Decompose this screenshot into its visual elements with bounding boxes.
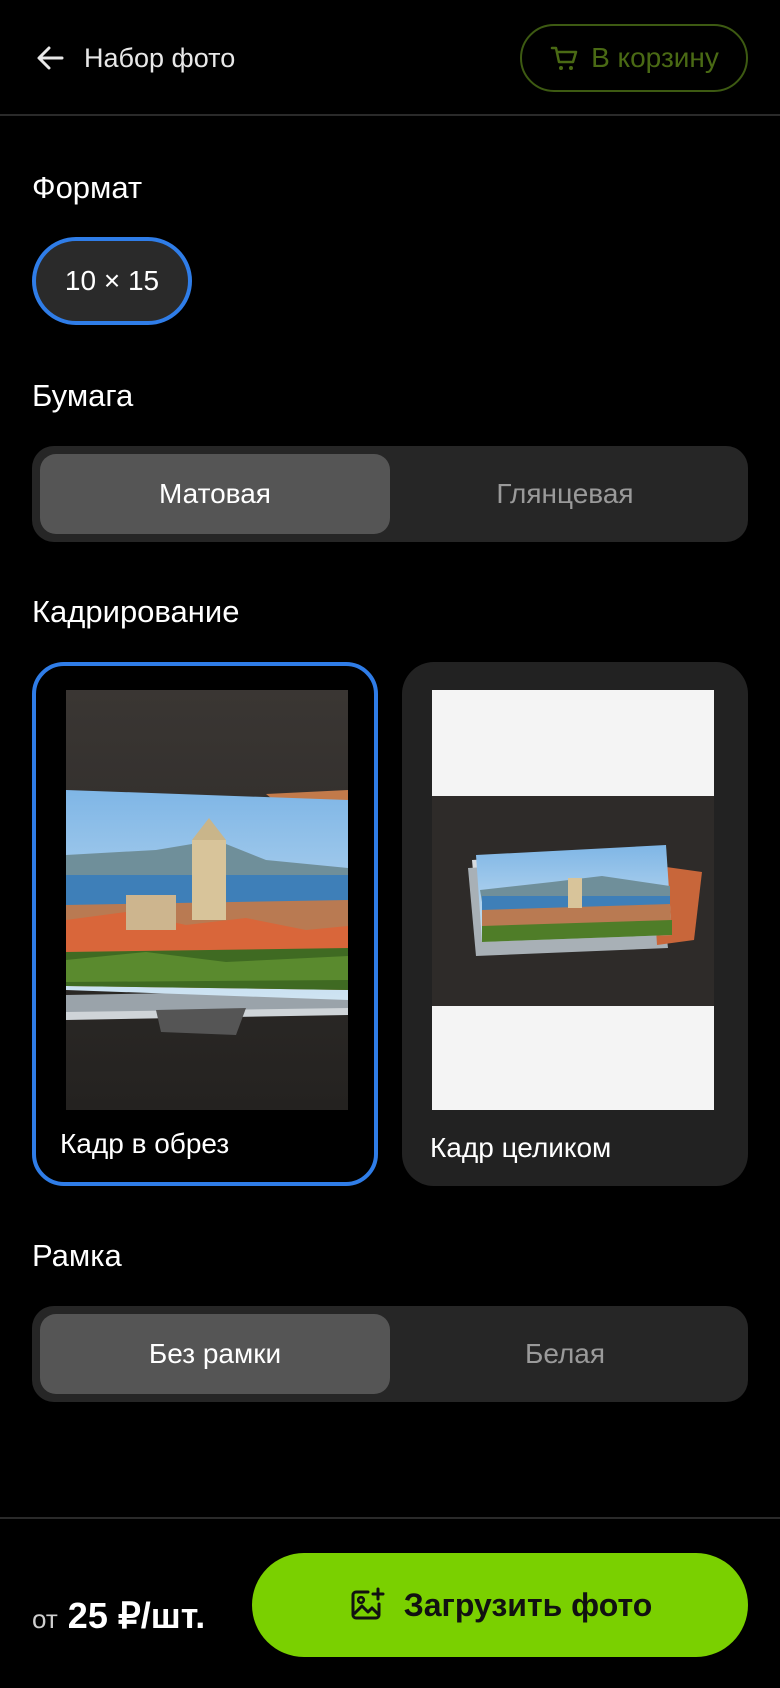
page-title: Набор фото (84, 43, 236, 73)
paper-option-matte-label: Матовая (159, 478, 271, 509)
frame-option-white-label: Белая (524, 1338, 606, 1369)
frame-option-none[interactable]: Без рамки (40, 1314, 390, 1394)
paper-option-glossy-label: Глянцевая (496, 478, 634, 509)
paper-selector: Матовая Глянцевая (32, 446, 748, 542)
crop-option-full[interactable]: Кадр целиком (402, 662, 748, 1186)
crop-option-full-label: Кадр целиком (430, 1132, 612, 1163)
crop-option-bleed-label: Кадр в обрез (60, 1128, 230, 1159)
upload-photo-label: Загрузить фото (403, 1586, 653, 1623)
back-button[interactable] (30, 38, 70, 78)
format-title: Формат (32, 170, 143, 205)
paper-option-matte[interactable]: Матовая (40, 454, 390, 534)
arrow-left-icon (37, 46, 64, 70)
paper-title: Бумага (32, 378, 134, 413)
price-value: 25 ₽/шт. (67, 1595, 206, 1636)
upload-photo-button[interactable]: Загрузить фото (252, 1553, 748, 1657)
crop-full-preview (432, 690, 714, 1110)
frame-option-none-label: Без рамки (148, 1338, 282, 1369)
paper-option-glossy[interactable]: Глянцевая (390, 454, 740, 534)
add-to-cart-button[interactable]: В корзину (520, 24, 748, 92)
add-to-cart-label: В корзину (591, 42, 719, 73)
top-bar: Набор фото В корзину (0, 0, 780, 116)
cropping-title: Кадрирование (32, 594, 240, 629)
crop-option-bleed[interactable]: Кадр в обрез (32, 662, 378, 1186)
format-chip-label: 10 × 15 (64, 265, 160, 296)
format-chip-10x15[interactable]: 10 × 15 (32, 237, 192, 325)
frame-title: Рамка (32, 1238, 122, 1273)
price-prefix: от (32, 1604, 58, 1634)
crop-bleed-preview (66, 690, 348, 1110)
price: от 25 ₽/шт. (32, 1595, 205, 1637)
bottom-bar: от 25 ₽/шт. Загрузить фото (0, 1517, 780, 1688)
frame-selector: Без рамки Белая (32, 1306, 748, 1402)
frame-option-white[interactable]: Белая (390, 1314, 740, 1394)
cart-icon (550, 46, 578, 70)
image-add-icon (351, 1587, 385, 1620)
